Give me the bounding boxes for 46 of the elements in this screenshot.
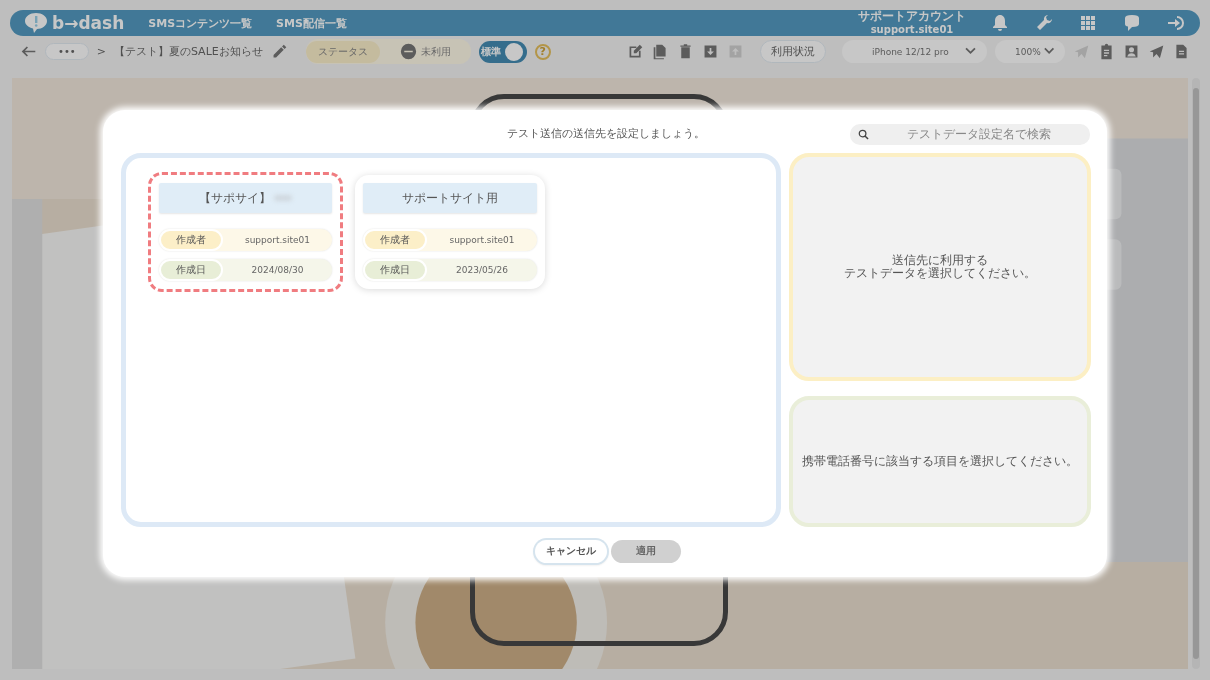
hint-text: 携帯電話番号に該当する項目を選択してください。 <box>802 455 1078 468</box>
search-icon <box>858 128 869 140</box>
nav-link[interactable]: SMS配信一覧 <box>276 15 347 31</box>
dialog-title: テスト送信の送信先を設定しましょう。 <box>506 126 705 141</box>
device-select[interactable]: iPhone 12/12 pro <box>842 40 987 63</box>
field-value: support.site01 <box>448 235 516 245</box>
document-icon[interactable] <box>1173 43 1190 60</box>
status-label: ステータス <box>305 40 380 63</box>
card-title: 【サポサイ】 <box>159 183 332 213</box>
field-label: 作成者 <box>363 229 427 251</box>
contact-card-icon[interactable] <box>1123 43 1140 60</box>
nav-link[interactable]: SMSコンテンツ一覧 <box>148 15 253 31</box>
account-id: support.site01 <box>870 23 954 36</box>
clipboard-icon[interactable] <box>1098 43 1115 60</box>
app-grid-icon[interactable] <box>1078 13 1098 33</box>
edit-icon[interactable] <box>627 43 644 60</box>
usage-button[interactable]: 利用状況 <box>760 40 826 63</box>
copy-icon[interactable] <box>652 43 669 60</box>
hint-text: テストデータを選択してください。 <box>844 267 1036 280</box>
trash-icon[interactable] <box>677 43 694 60</box>
account-name: サポートアカウント <box>858 10 966 23</box>
mode-toggle[interactable]: 標準 <box>478 40 527 63</box>
field-value: 2024/08/30 <box>250 265 305 275</box>
scrollbar[interactable] <box>1192 78 1200 669</box>
chat-bubble-icon[interactable] <box>1122 13 1142 33</box>
field-value: 2023/05/26 <box>455 265 509 275</box>
download-icon[interactable] <box>702 43 719 60</box>
zoom-select[interactable]: 100% <box>995 40 1065 63</box>
field-label: 作成日 <box>363 259 427 281</box>
field-value: support.site01 <box>243 235 312 245</box>
cancel-button[interactable]: キャンセル <box>535 540 607 563</box>
notification-bell-icon[interactable] <box>990 13 1010 33</box>
logo-text[interactable]: b→dash <box>52 13 125 33</box>
send-icon[interactable] <box>1148 43 1165 60</box>
field-label: 作成日 <box>159 259 223 281</box>
status-value: 未利用 <box>420 44 451 59</box>
hint-text: 送信先に利用する <box>892 254 988 267</box>
test-data-card[interactable]: 【サポサイ】 作成者 support.site01 作成日 2024/08/30 <box>148 172 343 292</box>
sign-in-icon[interactable] <box>1166 13 1186 33</box>
card-title: サポートサイト用 <box>363 183 537 213</box>
content-title: 【テスト】夏のSALEお知らせ <box>113 44 263 59</box>
breadcrumb-separator: > <box>96 45 106 58</box>
speech-bubble-icon <box>24 12 48 34</box>
test-data-card[interactable]: サポートサイト用 作成者 support.site01 作成日 2023/05/26 <box>355 175 545 289</box>
field-label: 作成者 <box>159 229 223 251</box>
more-button[interactable]: ••• <box>45 43 89 60</box>
